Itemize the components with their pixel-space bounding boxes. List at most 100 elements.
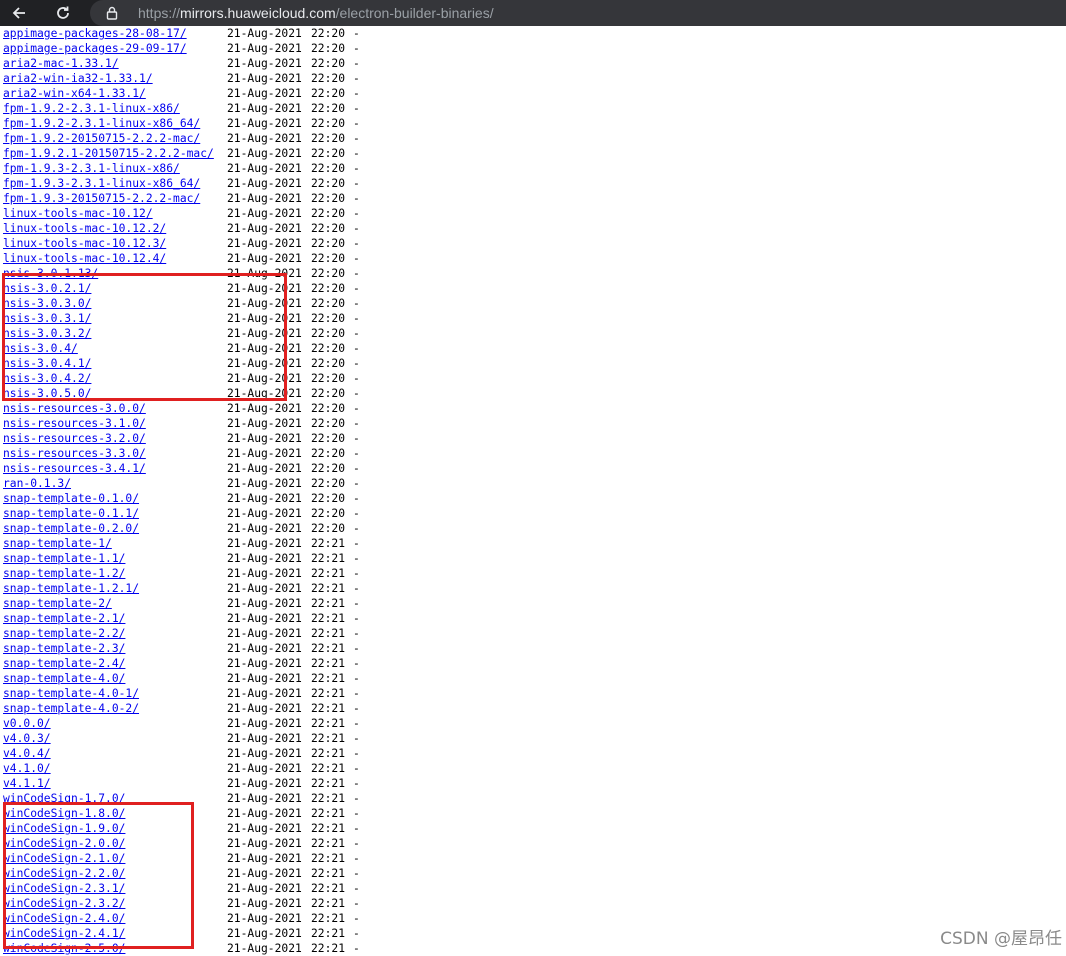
directory-link[interactable]: snap-template-1.2/ [3, 567, 125, 580]
directory-link[interactable]: linux-tools-mac-10.12.2/ [3, 222, 166, 235]
address-bar[interactable]: https://mirrors.huaweicloud.com/electron… [90, 0, 1066, 26]
modified-date: 21-Aug-2021 [227, 117, 302, 130]
directory-link[interactable]: nsis-resources-3.1.0/ [3, 417, 146, 430]
directory-link[interactable]: nsis-resources-3.2.0/ [3, 432, 146, 445]
url-text[interactable]: https://mirrors.huaweicloud.com/electron… [138, 0, 494, 26]
modified-date: 21-Aug-2021 [227, 72, 302, 85]
directory-link[interactable]: winCodeSign-1.9.0/ [3, 822, 125, 835]
directory-link[interactable]: linux-tools-mac-10.12.3/ [3, 237, 166, 250]
file-size: - [353, 657, 360, 670]
directory-link[interactable]: fpm-1.9.2-20150715-2.2.2-mac/ [3, 132, 200, 145]
directory-link[interactable]: snap-template-2.4/ [3, 657, 125, 670]
modified-date: 21-Aug-2021 [227, 42, 302, 55]
directory-link[interactable]: winCodeSign-1.8.0/ [3, 807, 125, 820]
directory-link[interactable]: winCodeSign-2.3.2/ [3, 897, 125, 910]
file-size: - [353, 807, 360, 820]
directory-link[interactable]: aria2-win-x64-1.33.1/ [3, 87, 146, 100]
list-item: nsis-resources-3.0.0/21-Aug-2021 22:20- [3, 401, 360, 416]
directory-link[interactable]: snap-template-2.3/ [3, 642, 125, 655]
directory-link[interactable]: winCodeSign-1.7.0/ [3, 792, 125, 805]
back-arrow-icon[interactable] [6, 0, 32, 26]
modified-time: 22:20 [311, 312, 346, 325]
directory-link[interactable]: snap-template-1.2.1/ [3, 582, 139, 595]
directory-link[interactable]: v4.1.0/ [3, 762, 51, 775]
modified-date: 21-Aug-2021 [227, 537, 302, 550]
directory-link[interactable]: linux-tools-mac-10.12.4/ [3, 252, 166, 265]
directory-link[interactable]: winCodeSign-2.4.1/ [3, 927, 125, 940]
file-size: - [353, 597, 360, 610]
file-size: - [353, 267, 360, 280]
directory-link[interactable]: v0.0.0/ [3, 717, 51, 730]
modified-date: 21-Aug-2021 [227, 792, 302, 805]
directory-link[interactable]: snap-template-1.1/ [3, 552, 125, 565]
file-size: - [353, 882, 360, 895]
directory-link[interactable]: snap-template-0.1.0/ [3, 492, 139, 505]
directory-link[interactable]: nsis-3.0.4.1/ [3, 357, 91, 370]
list-item: snap-template-0.1.1/21-Aug-2021 22:20- [3, 506, 360, 521]
directory-link[interactable]: nsis-3.0.3.1/ [3, 312, 91, 325]
directory-link[interactable]: snap-template-0.2.0/ [3, 522, 139, 535]
list-item: winCodeSign-2.4.1/21-Aug-2021 22:21- [3, 926, 360, 941]
directory-link[interactable]: fpm-1.9.3-2.3.1-linux-x86_64/ [3, 177, 200, 190]
directory-link[interactable]: nsis-resources-3.3.0/ [3, 447, 146, 460]
list-item: snap-template-0.2.0/21-Aug-2021 22:20- [3, 521, 360, 536]
directory-link[interactable]: ran-0.1.3/ [3, 477, 71, 490]
modified-date: 21-Aug-2021 [227, 147, 302, 160]
directory-link[interactable]: aria2-win-ia32-1.33.1/ [3, 72, 153, 85]
directory-link[interactable]: v4.0.3/ [3, 732, 51, 745]
directory-link[interactable]: snap-template-2.2/ [3, 627, 125, 640]
modified-time: 22:20 [311, 297, 346, 310]
modified-time: 22:20 [311, 282, 346, 295]
directory-link[interactable]: nsis-3.0.3.2/ [3, 327, 91, 340]
directory-link[interactable]: winCodeSign-2.0.0/ [3, 837, 125, 850]
directory-link[interactable]: winCodeSign-2.1.0/ [3, 852, 125, 865]
directory-link[interactable]: fpm-1.9.2-2.3.1-linux-x86_64/ [3, 117, 200, 130]
directory-link[interactable]: fpm-1.9.3-2.3.1-linux-x86/ [3, 162, 180, 175]
directory-link[interactable]: nsis-3.0.5.0/ [3, 387, 91, 400]
directory-link[interactable]: v4.1.1/ [3, 777, 51, 790]
modified-date: 21-Aug-2021 [227, 582, 302, 595]
directory-link[interactable]: nsis-resources-3.0.0/ [3, 402, 146, 415]
directory-link[interactable]: snap-template-1/ [3, 537, 112, 550]
directory-link[interactable]: appimage-packages-28-08-17/ [3, 27, 187, 40]
modified-date: 21-Aug-2021 [227, 507, 302, 520]
list-item: snap-template-1/21-Aug-2021 22:21- [3, 536, 360, 551]
directory-link[interactable]: fpm-1.9.2.1-20150715-2.2.2-mac/ [3, 147, 214, 160]
list-item: fpm-1.9.2.1-20150715-2.2.2-mac/21-Aug-20… [3, 146, 360, 161]
directory-link[interactable]: snap-template-4.0/ [3, 672, 125, 685]
modified-date: 21-Aug-2021 [227, 897, 302, 910]
directory-link[interactable]: nsis-3.0.4.2/ [3, 372, 91, 385]
directory-link[interactable]: snap-template-4.0-2/ [3, 702, 139, 715]
directory-link[interactable]: snap-template-0.1.1/ [3, 507, 139, 520]
url-domain: mirrors.huaweicloud.com [180, 5, 336, 21]
modified-time: 22:20 [311, 357, 346, 370]
modified-time: 22:21 [311, 627, 346, 640]
directory-link[interactable]: nsis-resources-3.4.1/ [3, 462, 146, 475]
directory-link[interactable]: nsis-3.0.1.13/ [3, 267, 98, 280]
lock-icon[interactable] [106, 0, 118, 26]
directory-link[interactable]: v4.0.4/ [3, 747, 51, 760]
modified-time: 22:21 [311, 927, 346, 940]
directory-link[interactable]: nsis-3.0.2.1/ [3, 282, 91, 295]
directory-link[interactable]: nsis-3.0.4/ [3, 342, 78, 355]
reload-icon[interactable] [50, 0, 76, 26]
modified-date: 21-Aug-2021 [227, 312, 302, 325]
directory-link[interactable]: winCodeSign-2.3.1/ [3, 882, 125, 895]
list-item: winCodeSign-2.3.1/21-Aug-2021 22:21- [3, 881, 360, 896]
directory-link[interactable]: snap-template-4.0-1/ [3, 687, 139, 700]
directory-link[interactable]: nsis-3.0.3.0/ [3, 297, 91, 310]
list-item: v4.1.1/21-Aug-2021 22:21- [3, 776, 360, 791]
directory-link[interactable]: snap-template-2/ [3, 597, 112, 610]
directory-link[interactable]: winCodeSign-2.5.0/ [3, 942, 125, 955]
directory-link[interactable]: aria2-mac-1.33.1/ [3, 57, 119, 70]
directory-link[interactable]: fpm-1.9.3-20150715-2.2.2-mac/ [3, 192, 200, 205]
directory-link[interactable]: fpm-1.9.2-2.3.1-linux-x86/ [3, 102, 180, 115]
directory-link[interactable]: linux-tools-mac-10.12/ [3, 207, 153, 220]
modified-date: 21-Aug-2021 [227, 597, 302, 610]
modified-date: 21-Aug-2021 [227, 177, 302, 190]
directory-link[interactable]: winCodeSign-2.2.0/ [3, 867, 125, 880]
directory-link[interactable]: winCodeSign-2.4.0/ [3, 912, 125, 925]
directory-link[interactable]: snap-template-2.1/ [3, 612, 125, 625]
modified-date: 21-Aug-2021 [227, 387, 302, 400]
directory-link[interactable]: appimage-packages-29-09-17/ [3, 42, 187, 55]
